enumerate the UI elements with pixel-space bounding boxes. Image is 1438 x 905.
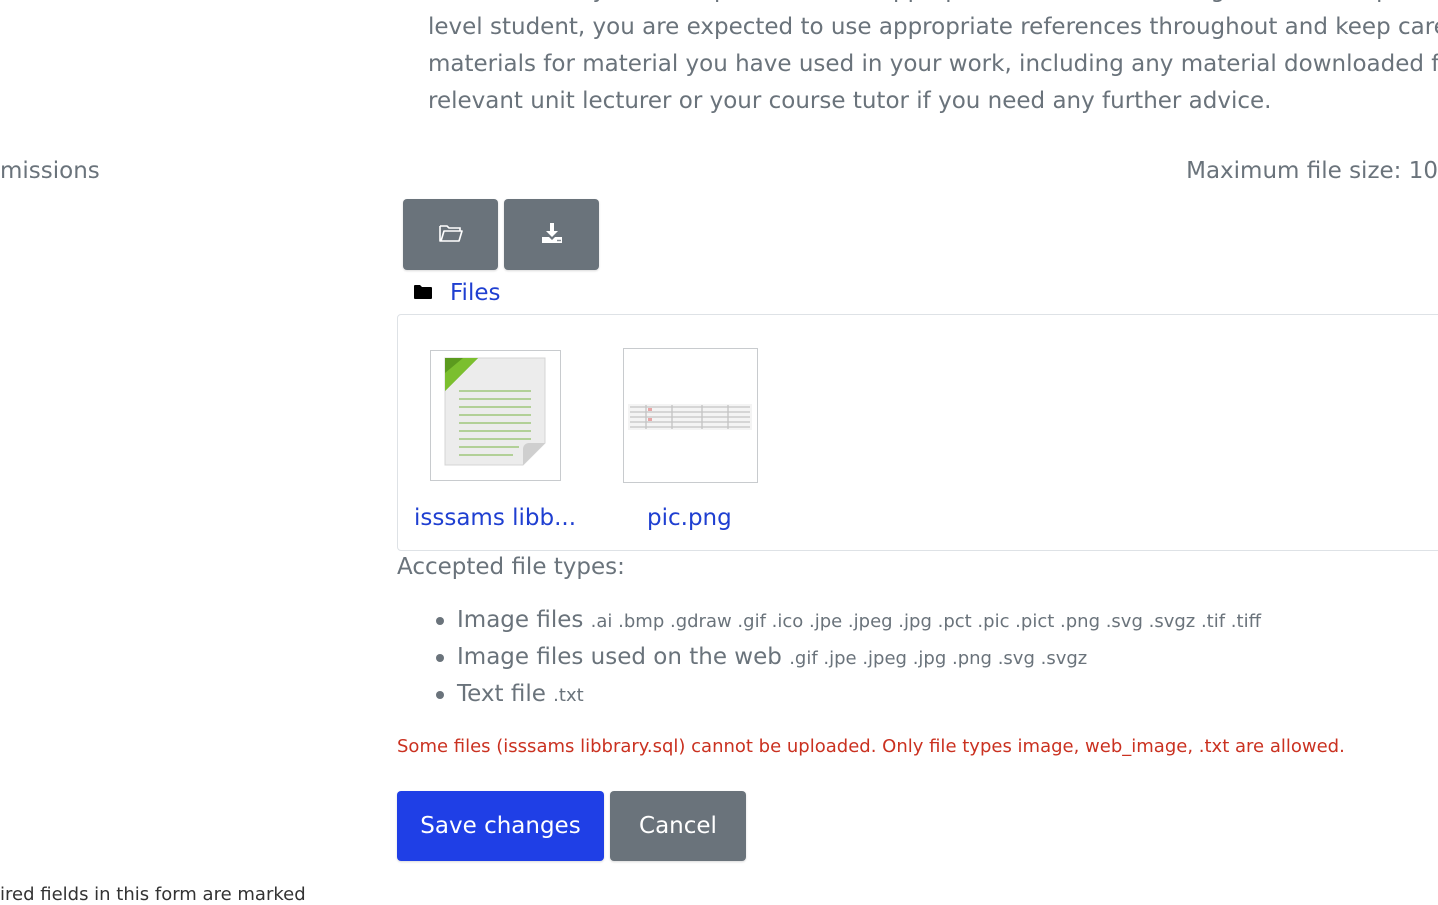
guidance-line: relevant unit lecturer or your course tu… xyxy=(428,88,1272,114)
list-item: Text file .txt xyxy=(436,676,1261,713)
file-thumbnail[interactable] xyxy=(623,348,758,483)
file-type-label: Image files used on the web xyxy=(457,644,782,670)
guidance-line: level student, you are expected to use a… xyxy=(428,0,1438,9)
guidance-line: level student, you are expected to use a… xyxy=(428,14,1438,40)
file-path-breadcrumb: Files xyxy=(414,280,500,306)
file-type-extensions: .gif .jpe .jpeg .jpg .png .svg .svgz xyxy=(789,648,1088,669)
file-type-extensions: .ai .bmp .gdraw .gif .ico .jpe .jpeg .jp… xyxy=(590,611,1261,632)
accepted-file-types-heading: Accepted file types: xyxy=(397,554,625,580)
file-type-extensions: .txt xyxy=(553,685,584,706)
upload-error-message: Some files (isssams libbrary.sql) cannot… xyxy=(397,736,1345,757)
file-thumbnail[interactable] xyxy=(430,350,561,481)
image-thumbnail-icon xyxy=(624,404,757,486)
download-all-button[interactable] xyxy=(504,199,599,270)
add-file-button[interactable] xyxy=(403,199,498,270)
guidance-line: materials for material you have used in … xyxy=(428,51,1438,77)
file-type-label: Text file xyxy=(457,681,546,707)
download-icon xyxy=(540,222,564,247)
accepted-file-types-list: Image files .ai .bmp .gdraw .gif .ico .j… xyxy=(397,602,1261,713)
list-item: Image files used on the web .gif .jpe .j… xyxy=(436,639,1261,676)
text-document-icon xyxy=(431,357,560,484)
file-name-link[interactable]: isssams libb... xyxy=(414,505,576,531)
file-type-label: Image files xyxy=(457,607,584,633)
save-changes-button[interactable]: Save changes xyxy=(397,791,604,861)
folder-icon xyxy=(414,284,432,303)
submission-guidance-text: level student, you are expected to use a… xyxy=(428,0,1438,120)
file-manager-area[interactable]: isssams libb... pic.png xyxy=(397,314,1438,551)
list-item: Image files .ai .bmp .gdraw .gif .ico .j… xyxy=(436,602,1261,639)
max-file-size-text: Maximum file size: 10 xyxy=(1186,158,1438,184)
file-submissions-label: missions xyxy=(0,158,100,184)
folder-open-icon xyxy=(438,223,464,246)
breadcrumb-files-link[interactable]: Files xyxy=(450,280,500,306)
required-fields-note: ired fields in this form are marked xyxy=(0,884,306,905)
cancel-button[interactable]: Cancel xyxy=(610,791,746,861)
file-name-link[interactable]: pic.png xyxy=(647,505,732,531)
